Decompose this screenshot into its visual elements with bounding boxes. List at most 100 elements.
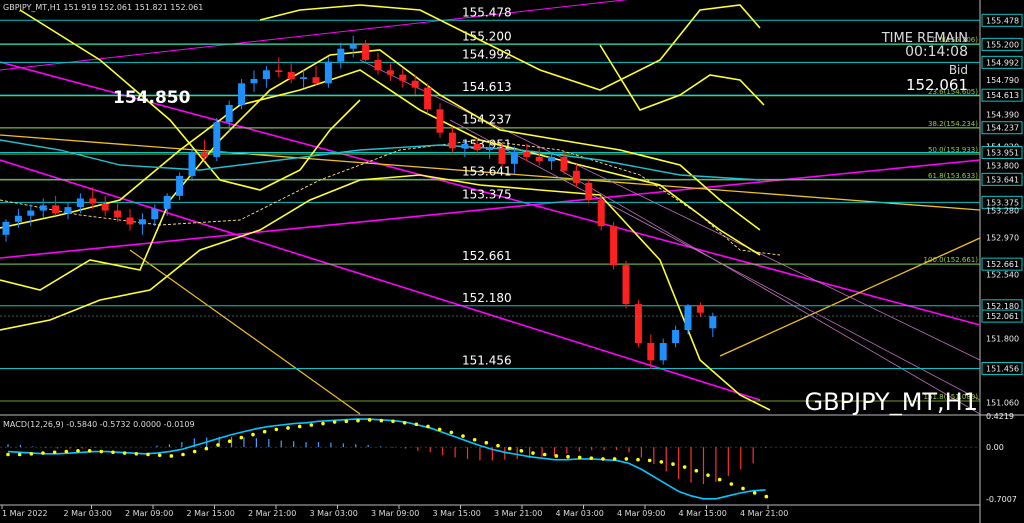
candle-body — [52, 205, 60, 214]
candle-body — [498, 148, 506, 164]
chart-background — [0, 0, 1024, 523]
macd-signal-dot — [519, 449, 524, 453]
candle-body — [572, 170, 580, 183]
macd-signal-dot — [671, 462, 675, 466]
candle-body — [337, 48, 345, 62]
symbol-watermark: GBPJPY_MT,H1 — [804, 388, 978, 416]
candle-body — [548, 156, 556, 162]
time-axis-label: 4 Mar 21:00 — [740, 509, 788, 518]
candle-body — [436, 109, 444, 133]
candle-body — [76, 198, 84, 208]
candle-body — [225, 104, 233, 123]
candle-body — [560, 156, 568, 171]
candle-body — [300, 77, 308, 79]
candle-body — [672, 330, 680, 344]
level-label: 155.478 — [462, 5, 512, 19]
macd-signal-dot — [682, 465, 687, 469]
candle-body — [448, 132, 456, 149]
macd-signal-dot — [122, 451, 127, 455]
fib-label: 38.2(154.234) — [928, 120, 978, 128]
candle-body — [238, 83, 246, 105]
macd-signal-dot — [729, 482, 734, 486]
macd-signal-dot — [52, 450, 57, 455]
candle-body — [163, 195, 171, 209]
price-scale-label: 152.180 — [986, 302, 1019, 311]
candle-body — [262, 70, 270, 79]
time-remain-value: 00:14:08 — [905, 44, 968, 60]
time-axis-label: 3 Mar 09:00 — [371, 509, 419, 518]
macd-signal-dot — [414, 422, 419, 427]
macd-signal-dot — [437, 427, 442, 432]
fib-label: 50.0(153.933) — [928, 146, 978, 154]
candle-body — [200, 152, 208, 157]
macd-signal-dot — [17, 452, 22, 457]
macd-signal-dot — [41, 451, 45, 455]
candle-body — [597, 200, 605, 227]
price-scale-label: 151.800 — [986, 335, 1019, 344]
candle-body — [461, 143, 469, 149]
bid-value: 152.061 — [906, 76, 968, 94]
macd-signal-dot — [309, 423, 314, 427]
macd-signal-dot — [531, 451, 535, 455]
macd-signal-dot — [589, 456, 594, 460]
macd-signal-dot — [706, 473, 710, 477]
candle-body — [647, 343, 655, 361]
candle-body — [659, 343, 667, 361]
fib-label: 100.0(152.661) — [924, 256, 979, 264]
macd-signal-dot — [507, 446, 512, 451]
macd-signal-dot — [332, 420, 337, 424]
macd-scale-label: -0.7007 — [986, 495, 1017, 504]
candle-body — [535, 156, 543, 162]
candle-body — [101, 203, 109, 211]
macd-signal-dot — [752, 491, 757, 495]
level-label: 155.200 — [462, 29, 512, 43]
macd-signal-dot — [496, 443, 500, 448]
macd-signal-dot — [216, 443, 220, 447]
price-chart[interactable]: GBPJPY_MT,H1 151.919 152.061 151.821 152… — [0, 0, 1024, 523]
macd-signal-dot — [181, 452, 185, 457]
level-label: 154.613 — [462, 80, 512, 94]
candle-body — [362, 44, 370, 60]
macd-signal-dot — [169, 454, 174, 458]
candle-body — [424, 87, 432, 110]
macd-signal-dot — [461, 434, 465, 438]
candle-body — [411, 80, 419, 88]
macd-title: MACD(12,26,9) -0.5840 -0.5732 0.0000 -0.… — [3, 420, 195, 429]
macd-signal-dot — [402, 420, 407, 425]
price-scale-label: 153.951 — [986, 148, 1019, 157]
macd-signal-dot — [356, 418, 360, 423]
price-scale-label: 153.800 — [986, 162, 1019, 171]
macd-signal-dot — [111, 450, 115, 455]
candle-body — [696, 305, 704, 313]
macd-signal-dot — [286, 426, 290, 430]
macd-signal-dot — [99, 449, 104, 454]
macd-signal-dot — [239, 435, 244, 440]
time-axis-label: 2 Mar 09:00 — [125, 509, 173, 518]
candle-body — [14, 215, 22, 222]
candle-body — [399, 74, 407, 81]
macd-signal-dot — [321, 421, 325, 426]
level-label: 151.456 — [462, 353, 512, 367]
candle-body — [250, 78, 258, 84]
macd-signal-dot — [157, 453, 162, 458]
candle-body — [374, 59, 382, 71]
macd-signal-dot — [717, 477, 722, 482]
time-axis-label: 2 Mar 03:00 — [64, 509, 112, 518]
price-scale-label: 153.641 — [986, 175, 1019, 184]
macd-signal-dot — [251, 432, 255, 437]
price-scale-label: 154.613 — [986, 91, 1019, 100]
price-scale-label: 152.061 — [986, 312, 1019, 321]
macd-signal-dot — [577, 455, 582, 460]
price-scale-label: 151.060 — [986, 399, 1019, 408]
macd-signal-dot — [612, 457, 617, 461]
time-axis-label: 4 Mar 09:00 — [617, 509, 665, 518]
macd-signal-dot — [262, 429, 267, 434]
macd-signal-dot — [391, 419, 395, 424]
candle-body — [275, 70, 283, 73]
macd-signal-dot — [426, 424, 430, 429]
candle-body — [510, 151, 518, 164]
macd-signal-dot — [64, 449, 69, 454]
time-axis-label: 2 Mar 21:00 — [248, 509, 296, 518]
price-scale-label: 155.200 — [986, 40, 1019, 49]
macd-signal-dot — [146, 452, 150, 457]
